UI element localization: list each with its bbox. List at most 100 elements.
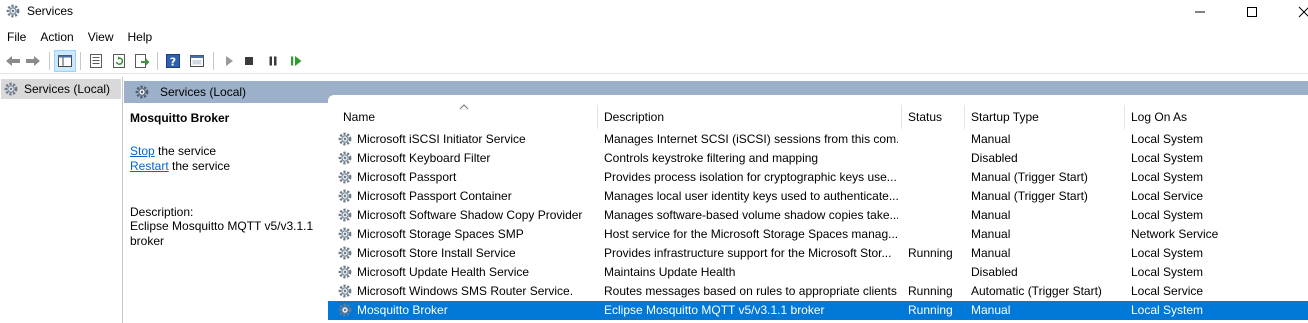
stop-service-button[interactable] [238,50,260,72]
cell-log-on-as: Local Service [1131,284,1204,298]
toolbar-separator [49,52,50,70]
console-tree-icon [190,55,204,67]
cell-log-on-as: Local System [1131,170,1204,184]
column-header-status[interactable]: Status [902,105,965,129]
menu-action[interactable]: Action [33,27,80,47]
service-gear-icon [338,170,352,184]
service-gear-icon [338,227,352,241]
table-row[interactable]: Microsoft Keyboard Filter Controls keyst… [328,149,1308,168]
tab-edge [328,95,1308,105]
stop-action-line: Stop the service [130,144,216,158]
services-gear-icon [4,82,18,96]
column-header-startup-type[interactable]: Startup Type [965,105,1125,129]
cell-log-on-as: Local System [1131,246,1204,260]
cell-startup-type: Manual [971,227,1011,241]
cell-status [908,187,963,206]
table-row[interactable]: Microsoft Update Health Service Maintain… [328,263,1308,282]
cell-status [908,130,963,149]
panel-header-title: Services (Local) [160,85,247,99]
menu-view[interactable]: View [81,27,121,47]
menu-help[interactable]: Help [121,27,160,47]
menu-file[interactable]: File [0,27,33,47]
pause-service-button[interactable] [262,50,284,72]
tree-item-services-local[interactable]: Services (Local) [1,79,121,99]
cell-log-on-as: Local System [1131,208,1204,222]
minimize-button[interactable] [1177,0,1223,24]
toolbar: ? [0,48,1308,74]
cell-log-on-as: Local System [1131,303,1204,317]
cell-name: Microsoft Passport [357,170,457,184]
table-row[interactable]: Mosquitto Broker Eclipse Mosquitto MQTT … [328,301,1308,320]
maximize-button[interactable] [1229,0,1275,24]
stop-service-link[interactable]: Stop [130,144,155,158]
back-button[interactable] [2,50,24,72]
start-service-icon [226,56,233,66]
show-hide-tree-button[interactable] [54,50,76,72]
window-title: Services [27,4,74,18]
cell-description: Manages local user identity keys used to… [604,189,898,203]
cell-status [908,149,963,168]
help-button[interactable]: ? [162,50,184,72]
maximize-icon [1247,7,1257,17]
table-row[interactable]: Microsoft Passport Provides process isol… [328,168,1308,187]
cell-status: Running [908,303,953,317]
cell-description: Controls keystroke filtering and mapping [604,151,819,165]
column-header-description[interactable]: Description [598,105,902,129]
cell-name: Mosquitto Broker [357,303,448,317]
refresh-button[interactable] [108,50,130,72]
cell-description: Provides process isolation for cryptogra… [604,170,897,184]
cell-log-on-as: Local System [1131,132,1204,146]
service-gear-icon [338,132,352,146]
close-button[interactable] [1281,0,1308,24]
cell-name: Microsoft Keyboard Filter [357,151,491,165]
services-gear-icon [6,4,20,18]
toolbar-separator [80,52,81,70]
console-tree-button[interactable] [186,50,208,72]
services-gear-icon [135,85,149,99]
svg-text:?: ? [170,56,176,69]
column-header-name[interactable]: Name [337,105,598,129]
cell-description: Provides infrastructure support for the … [604,246,892,260]
service-gear-icon [338,189,352,203]
extended-description-pane: Mosquitto Broker Stop the service Restar… [124,103,327,323]
service-gear-icon [338,246,352,260]
cell-log-on-as: Local System [1131,265,1204,279]
table-row[interactable]: Microsoft Windows SMS Router Service. Ro… [328,282,1308,301]
list-header: Name Description Status Startup Type Log… [328,104,1308,129]
minimize-icon [1195,11,1205,13]
resume-service-button[interactable] [285,50,307,72]
restart-service-link[interactable]: Restart [130,159,169,173]
cell-status: Running [908,284,953,298]
table-row[interactable]: Microsoft Store Install Service Provides… [328,244,1308,263]
properties-button[interactable] [85,50,107,72]
cell-log-on-as: Local System [1131,151,1204,165]
column-header-log-on-as[interactable]: Log On As [1125,105,1308,129]
service-gear-icon [338,265,352,279]
table-row[interactable]: Microsoft Passport Container Manages loc… [328,187,1308,206]
cell-description: Manages Internet SCSI (iSCSI) sessions f… [604,132,898,146]
export-list-button[interactable] [131,50,153,72]
cell-startup-type: Automatic (Trigger Start) [971,284,1102,298]
pause-service-icon [269,56,277,66]
toolbar-separator [157,52,158,70]
cell-description: Routes messages based on rules to approp… [604,284,898,298]
forward-button[interactable] [22,50,44,72]
restart-action-line: Restart the service [130,159,230,173]
cell-startup-type: Disabled [971,151,1018,165]
close-icon [1298,6,1308,18]
service-gear-icon [338,284,352,298]
restart-action-suffix: the service [168,159,231,173]
table-row[interactable]: Microsoft Storage Spaces SMP Host servic… [328,225,1308,244]
stop-service-icon [245,57,253,65]
cell-status [908,263,963,282]
table-row[interactable]: Microsoft iSCSI Initiator Service Manage… [328,130,1308,149]
cell-startup-type: Manual [971,303,1011,317]
cell-startup-type: Manual (Trigger Start) [971,170,1088,184]
start-service-button[interactable] [218,50,240,72]
cell-name: Microsoft Windows SMS Router Service. [357,284,574,298]
services-list: Name Description Status Startup Type Log… [328,104,1308,323]
export-list-icon [135,54,150,68]
cell-log-on-as: Network Service [1131,227,1219,241]
table-row[interactable]: Microsoft Software Shadow Copy Provider … [328,206,1308,225]
resume-service-icon [291,56,302,66]
